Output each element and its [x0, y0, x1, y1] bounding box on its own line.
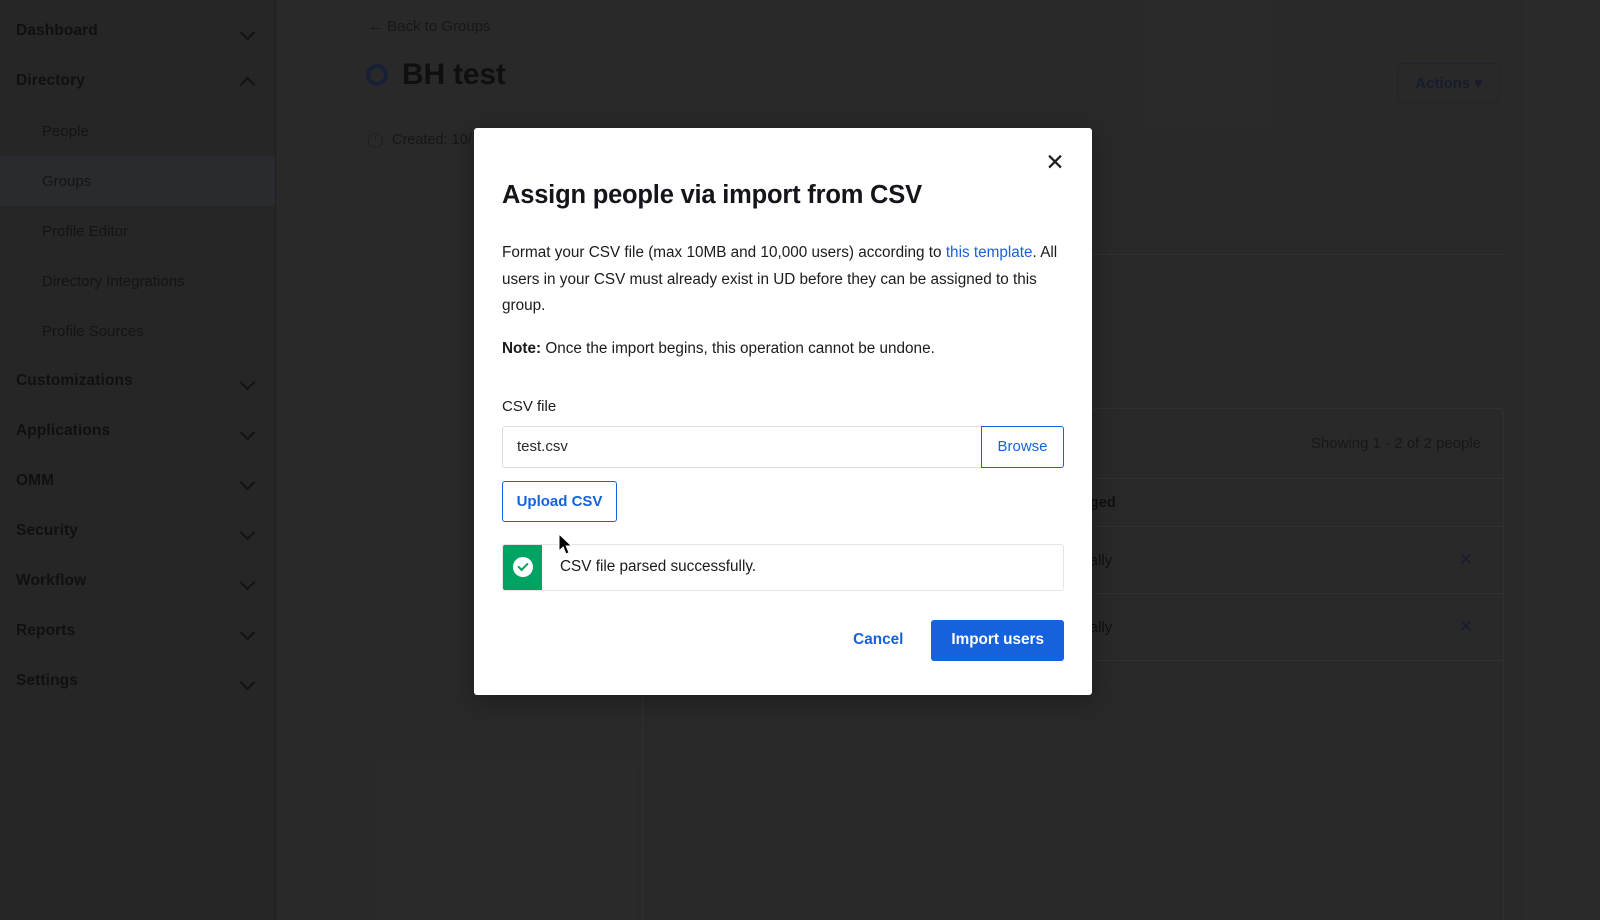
status-banner-text: CSV file parsed successfully.: [560, 558, 757, 575]
mouse-cursor: [558, 533, 573, 555]
dialog-actions: Cancel Import users: [502, 619, 1064, 661]
dialog-note: Note: Once the import begins, this opera…: [502, 340, 1064, 358]
description-part-1: Format your CSV file (max 10MB and 10,00…: [502, 244, 946, 261]
dialog-title: Assign people via import from CSV: [502, 181, 922, 209]
close-icon[interactable]: ✕: [1042, 150, 1068, 176]
status-banner: CSV file parsed successfully.: [502, 543, 1064, 591]
csv-file-label: CSV file: [502, 397, 557, 415]
note-label: Note:: [502, 339, 542, 357]
note-text: Once the import begins, this operation c…: [541, 339, 935, 357]
import-users-button[interactable]: Import users: [931, 619, 1064, 661]
csv-template-link[interactable]: this template: [946, 244, 1033, 261]
check-circle-icon: [512, 557, 533, 577]
success-strip: [503, 544, 542, 590]
dialog-description: Format your CSV file (max 10MB and 10,00…: [502, 240, 1064, 320]
cancel-button[interactable]: Cancel: [847, 621, 909, 659]
browse-button[interactable]: Browse: [981, 425, 1064, 468]
csv-file-input[interactable]: test.csv: [502, 425, 981, 468]
import-csv-dialog: ✕ Assign people via import from CSV Form…: [474, 128, 1092, 695]
csv-file-row: test.csv Browse: [502, 425, 1064, 468]
upload-csv-button[interactable]: Upload CSV: [502, 480, 617, 522]
